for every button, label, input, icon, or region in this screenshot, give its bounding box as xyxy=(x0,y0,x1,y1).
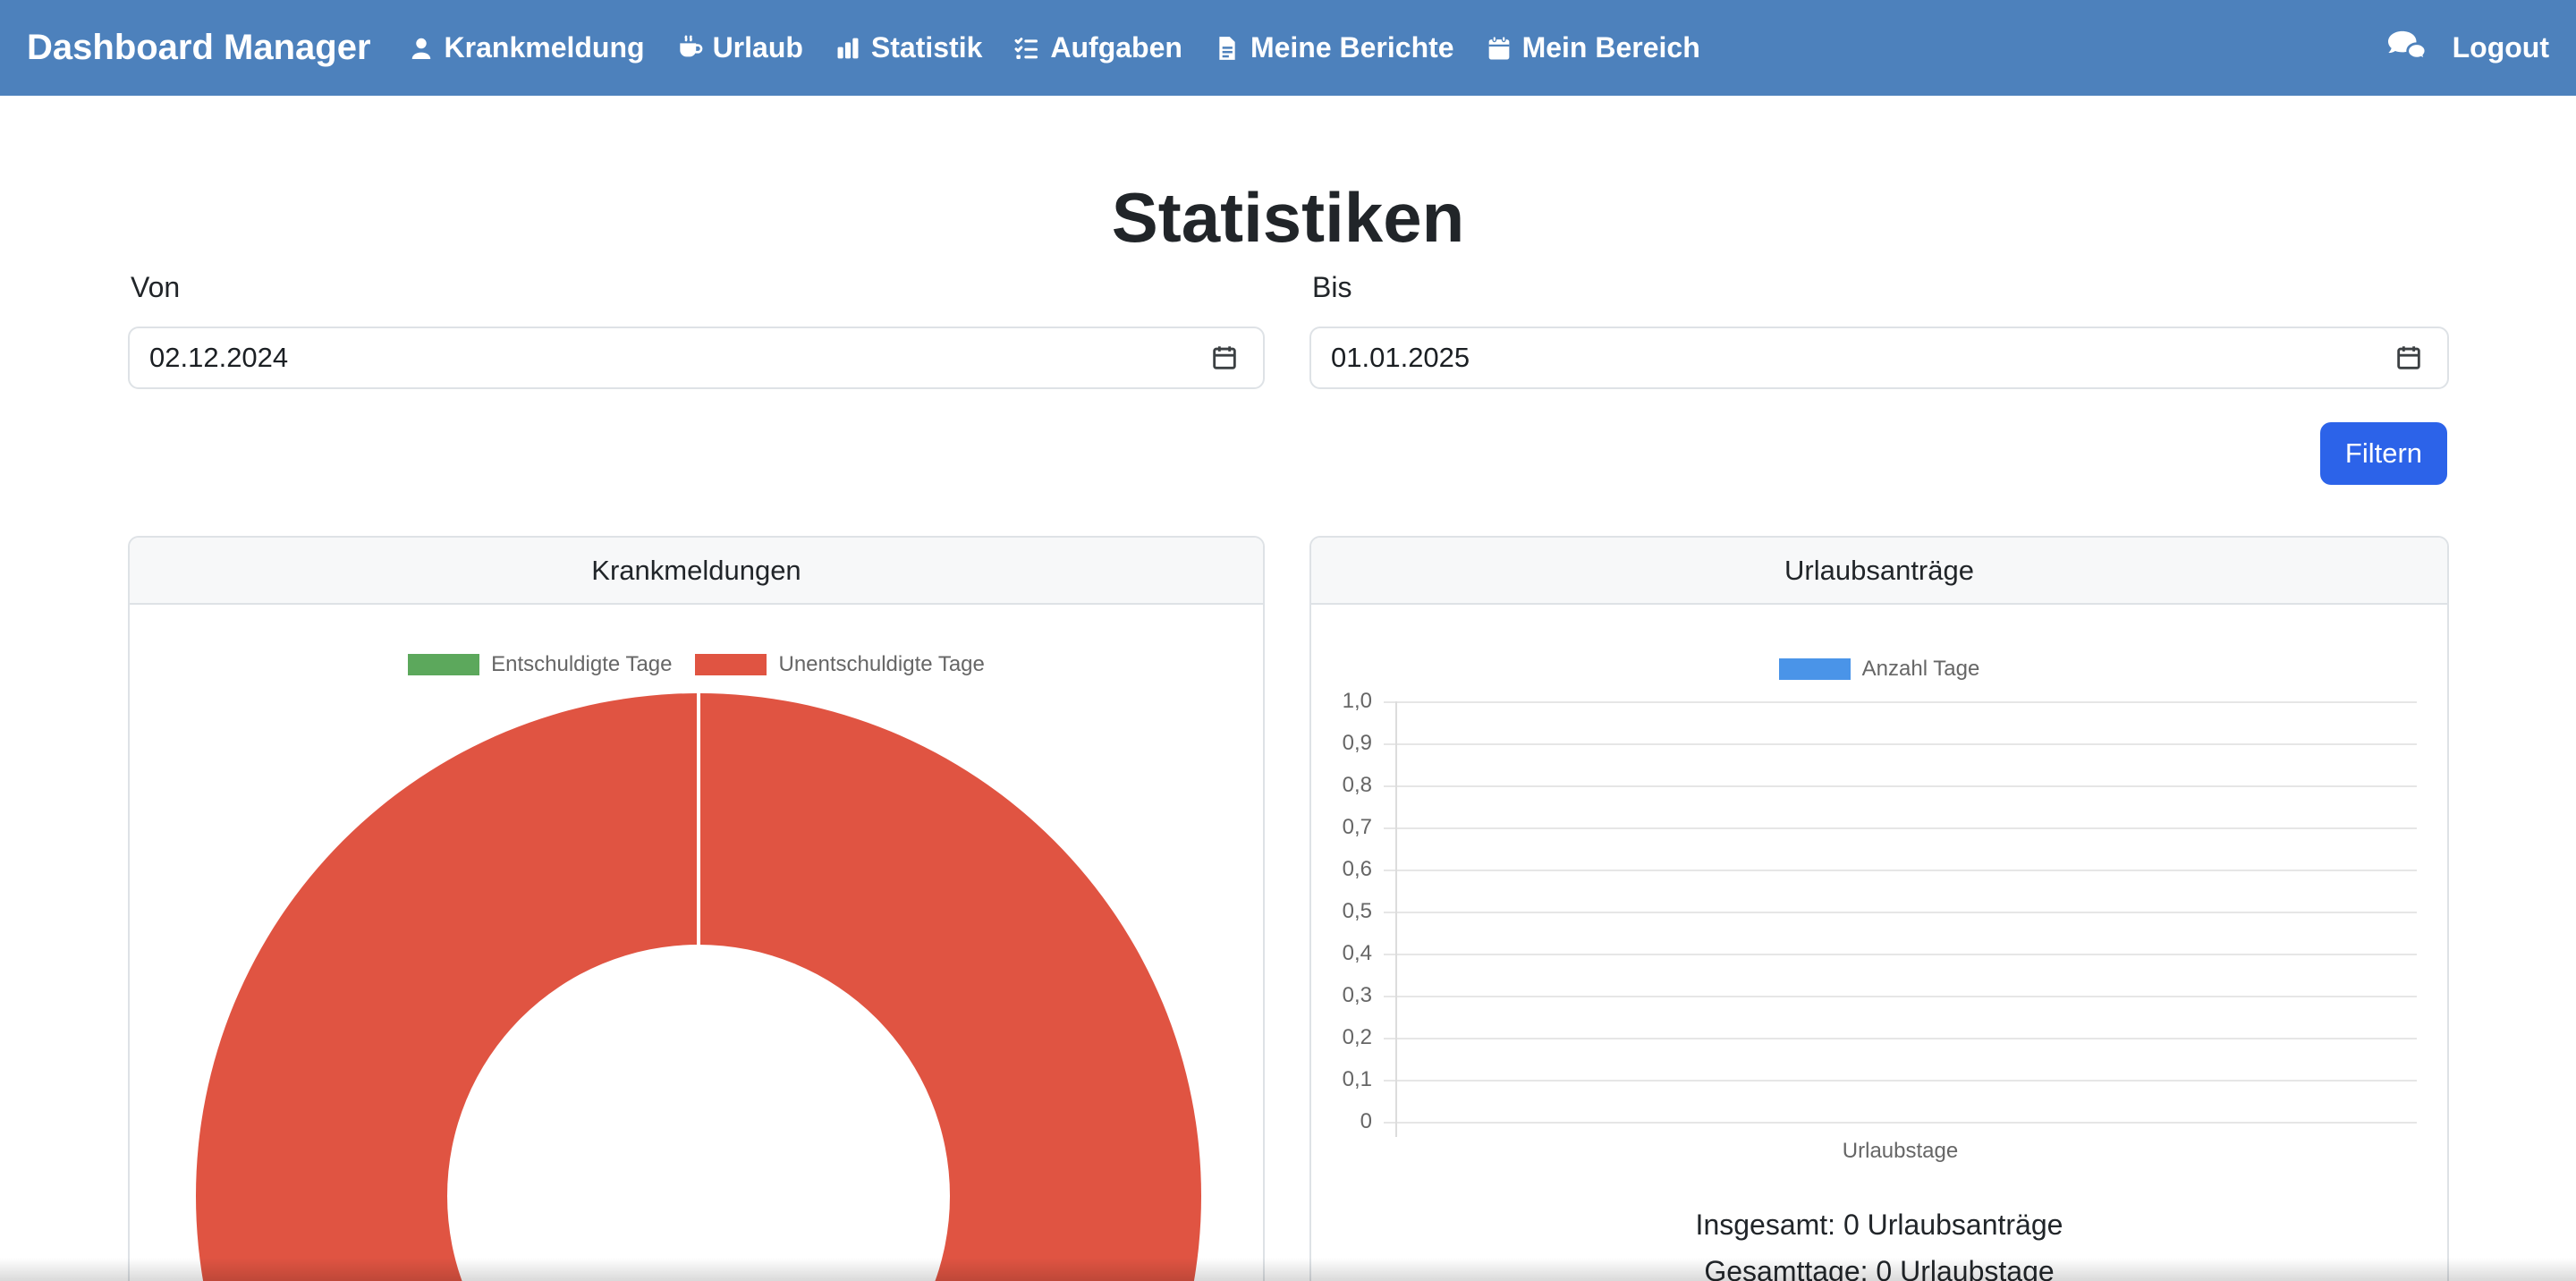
file-icon xyxy=(1213,34,1241,63)
nav-item-label: Statistik xyxy=(871,31,982,64)
navbar-right: Logout xyxy=(2385,27,2549,69)
y-tick: 0,7 xyxy=(1311,813,1372,842)
y-tick: 1,0 xyxy=(1311,687,1372,716)
y-tick: 0,8 xyxy=(1311,771,1372,800)
bis-label: Bis xyxy=(1312,271,1352,304)
nav-item-label: Mein Bereich xyxy=(1522,31,1700,64)
green-swatch xyxy=(408,654,479,675)
nav-items: Krankmeldung Urlaub xyxy=(407,31,1700,64)
blue-swatch xyxy=(1779,658,1851,680)
legend-item-entschuldigte[interactable]: Entschuldigte Tage xyxy=(408,652,672,677)
doughnut-legend: Entschuldigte Tage Unentschuldigte Tage xyxy=(130,652,1263,677)
urlaubsantraege-card: Urlaubsanträge Anzahl Tage 1,0 0,9 0,8 0… xyxy=(1309,536,2449,1281)
nav-item-aufgaben[interactable]: Aufgaben xyxy=(1013,31,1182,64)
navbar: Dashboard Manager Krankmeldung xyxy=(0,0,2576,96)
von-label: Von xyxy=(131,271,180,304)
page-title: Statistiken xyxy=(0,175,2576,259)
calendar-icon xyxy=(1485,34,1513,63)
y-tick: 0,2 xyxy=(1311,1023,1372,1052)
y-tick: 0,3 xyxy=(1311,981,1372,1010)
nav-item-label: Urlaub xyxy=(713,31,803,64)
y-tick: 0,1 xyxy=(1311,1065,1372,1094)
von-date-input[interactable] xyxy=(128,327,1265,389)
person-icon xyxy=(407,34,436,63)
legend-item-anzahl-tage[interactable]: Anzahl Tage xyxy=(1779,657,1980,682)
x-axis-label: Urlaubstage xyxy=(1384,1139,2417,1164)
legend-label: Anzahl Tage xyxy=(1862,657,1980,682)
legend-label: Entschuldigte Tage xyxy=(491,652,672,677)
summary-gesamttage: Gesamttage: 0 Urlaubstage xyxy=(1311,1248,2447,1281)
nav-item-mein-bereich[interactable]: Mein Bereich xyxy=(1485,31,1700,64)
coffee-icon xyxy=(675,34,704,63)
nav-item-label: Krankmeldung xyxy=(445,31,645,64)
y-axis-line xyxy=(1395,701,1397,1137)
y-tick: 0,4 xyxy=(1311,939,1372,968)
filtern-button[interactable]: Filtern xyxy=(2320,422,2447,485)
doughnut-segment-border xyxy=(697,693,700,946)
y-tick: 0,9 xyxy=(1311,729,1372,758)
nav-item-urlaub[interactable]: Urlaub xyxy=(675,31,803,64)
chat-bubbles-icon[interactable] xyxy=(2385,27,2429,69)
y-tick: 0,6 xyxy=(1311,855,1372,884)
legend-label: Unentschuldigte Tage xyxy=(778,652,984,677)
y-tick: 0 xyxy=(1311,1107,1372,1136)
red-swatch xyxy=(695,654,767,675)
brand-title[interactable]: Dashboard Manager xyxy=(27,28,371,68)
bar-chart-icon xyxy=(834,34,862,63)
urlaubsantraege-card-title: Urlaubsanträge xyxy=(1311,538,2447,605)
krankmeldungen-card: Krankmeldungen Entschuldigte Tage Unents… xyxy=(128,536,1265,1281)
date-picker-icon[interactable] xyxy=(1209,343,1240,378)
date-picker-icon[interactable] xyxy=(2394,343,2424,378)
logout-button[interactable]: Logout xyxy=(2453,31,2549,64)
nav-item-meine-berichte[interactable]: Meine Berichte xyxy=(1213,31,1454,64)
list-check-icon xyxy=(1013,34,1041,63)
y-tick: 0,5 xyxy=(1311,897,1372,926)
bis-date-input[interactable] xyxy=(1309,327,2449,389)
bar-legend: Anzahl Tage xyxy=(1311,657,2447,682)
urlaub-summary: Insgesamt: 0 Urlaubsanträge Gesamttage: … xyxy=(1311,1201,2447,1281)
nav-item-krankmeldung[interactable]: Krankmeldung xyxy=(407,31,645,64)
krankmeldungen-card-title: Krankmeldungen xyxy=(130,538,1263,605)
chart-gridlines xyxy=(1384,701,2417,1124)
dashboard-page: Dashboard Manager Krankmeldung xyxy=(0,0,2576,1281)
nav-item-statistik[interactable]: Statistik xyxy=(834,31,982,64)
nav-item-label: Aufgaben xyxy=(1050,31,1182,64)
nav-item-label: Meine Berichte xyxy=(1250,31,1454,64)
legend-item-unentschuldigte[interactable]: Unentschuldigte Tage xyxy=(695,652,984,677)
summary-insgesamt: Insgesamt: 0 Urlaubsanträge xyxy=(1311,1201,2447,1248)
